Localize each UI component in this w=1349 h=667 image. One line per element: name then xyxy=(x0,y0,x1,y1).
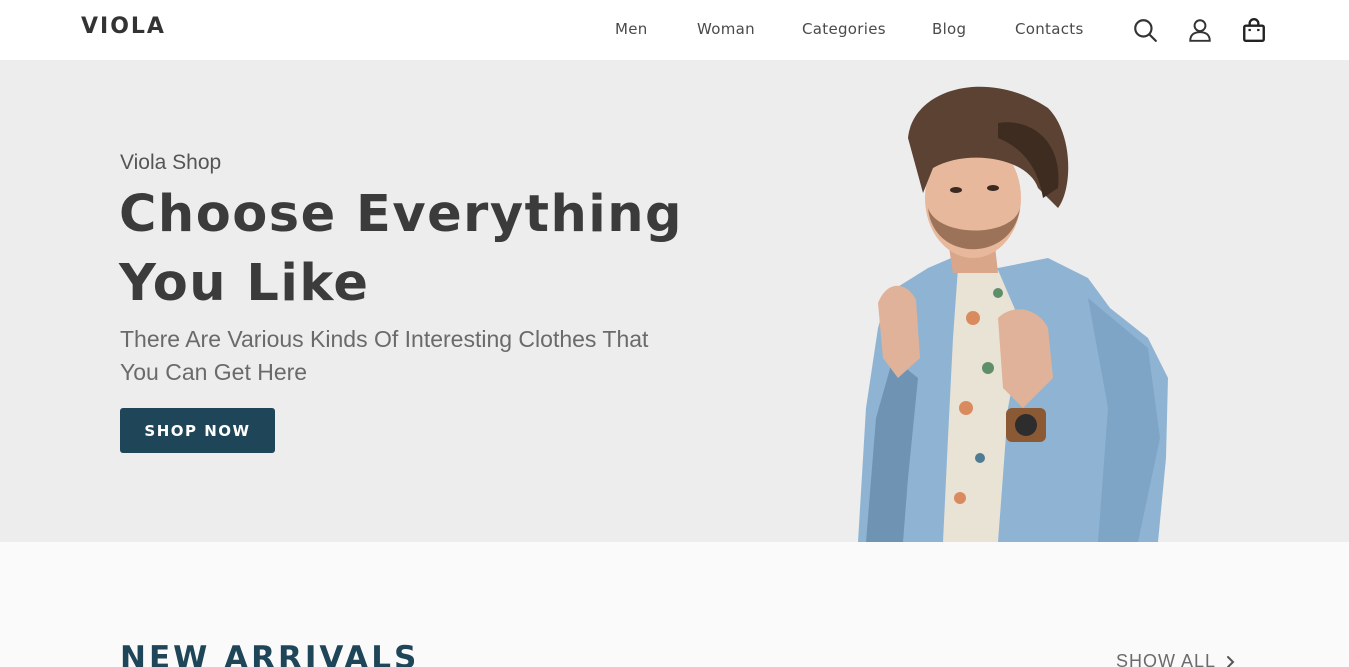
nav-item-woman[interactable]: Woman xyxy=(697,20,755,38)
nav-item-categories[interactable]: Categories xyxy=(802,20,886,38)
hero-subtext: There Are Various Kinds Of Interesting C… xyxy=(120,326,649,385)
site-logo[interactable]: VIOLA xyxy=(81,14,166,39)
hero-banner: Viola Shop Choose Everything You Like Th… xyxy=(0,60,1349,542)
hero-headline-line-2: You Like xyxy=(119,254,370,313)
chevron-right-icon xyxy=(1227,655,1235,667)
hero-eyebrow: Viola Shop xyxy=(120,151,222,174)
nav-item-contacts[interactable]: Contacts xyxy=(1015,20,1084,38)
site-header: VIOLA Men Woman Categories Blog Contacts xyxy=(0,0,1349,60)
new-arrivals-title: NEW ARRIVALS xyxy=(120,640,420,667)
show-all-link[interactable]: SHOW ALL xyxy=(1116,651,1238,667)
nav-item-blog[interactable]: Blog xyxy=(932,20,966,38)
nav-item-men[interactable]: Men xyxy=(615,20,648,38)
show-all-label: SHOW ALL xyxy=(1116,651,1217,667)
hero-model-image xyxy=(858,86,1168,542)
shop-now-button[interactable]: SHOP NOW xyxy=(120,408,275,453)
hero-headline-line-1: Choose Everything xyxy=(119,185,684,244)
user-icon[interactable] xyxy=(1186,16,1214,44)
shopping-bag-icon[interactable] xyxy=(1240,16,1268,44)
hero-headline: Choose Everything You Like xyxy=(119,180,739,318)
search-icon[interactable] xyxy=(1131,16,1159,44)
